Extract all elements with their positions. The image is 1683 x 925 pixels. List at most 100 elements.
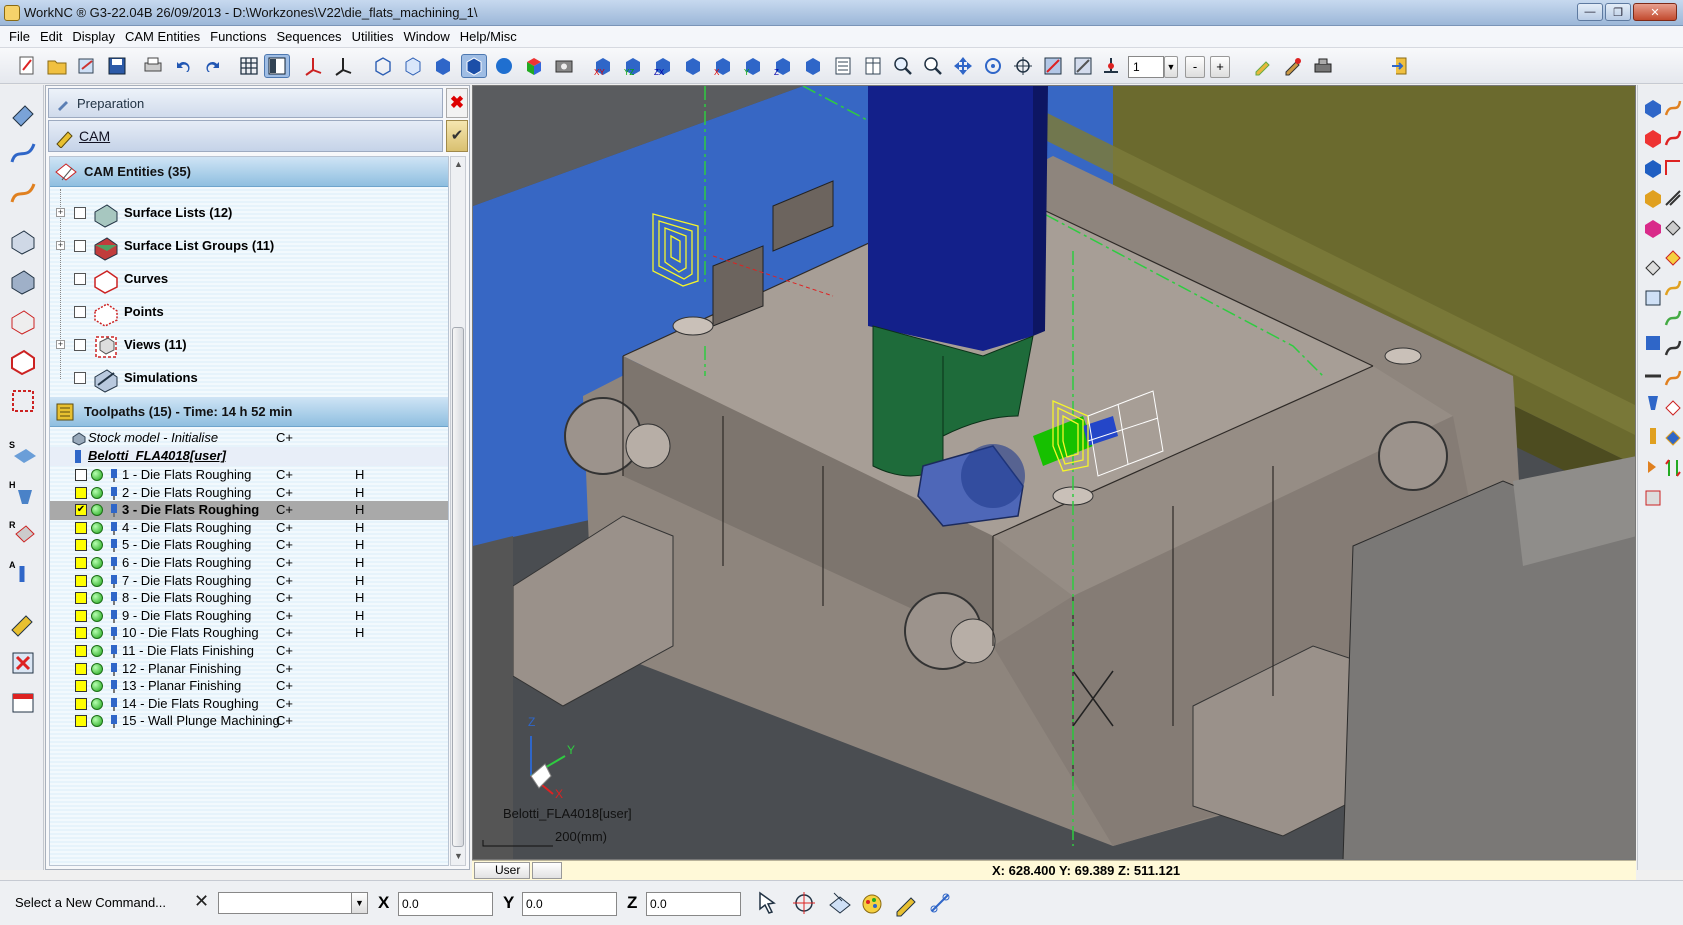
toolpaths-header[interactable]: Toolpaths (15) - Time: 14 h 52 min	[50, 397, 448, 427]
right-tool-23-icon[interactable]	[1662, 427, 1683, 449]
right-tool-4-icon[interactable]	[1662, 127, 1683, 149]
sphere-view-icon[interactable]	[491, 54, 517, 78]
tree-scrollbar[interactable]: ▲ ▼	[450, 156, 466, 866]
axis-tool-icon[interactable]: A	[7, 557, 39, 589]
entity-surface-lists[interactable]: + Surface Lists (12)	[50, 197, 448, 230]
toolpath-row[interactable]: 1 - Die Flats Roughing C+ H	[50, 466, 448, 485]
right-tool-7-icon[interactable]	[1642, 187, 1664, 209]
entity-simulations[interactable]: Simulations	[50, 362, 448, 395]
postprocess-icon[interactable]	[1310, 54, 1336, 78]
cam-mode-row[interactable]: CAM	[48, 120, 443, 152]
expand-toggle[interactable]: +	[56, 241, 65, 250]
toolpath-row[interactable]: 5 - Die Flats Roughing C+ H	[50, 536, 448, 555]
reference-tool-icon[interactable]: R	[7, 517, 39, 549]
center-icon[interactable]	[1010, 54, 1036, 78]
expand-toggle[interactable]: +	[56, 340, 65, 349]
menu-cam-entities[interactable]: CAM Entities	[124, 29, 201, 44]
scroll-down-icon[interactable]: ▼	[453, 851, 464, 863]
toolpath-calc-icon[interactable]	[1280, 54, 1306, 78]
toolpath-row[interactable]: 13 - Planar Finishing C+	[50, 677, 448, 696]
right-tool-19-icon[interactable]	[1662, 367, 1683, 389]
toolpath-row[interactable]: 14 - Die Flats Roughing C+	[50, 695, 448, 714]
menu-functions[interactable]: Functions	[209, 29, 267, 44]
toolpath-checkbox[interactable]	[75, 592, 87, 605]
axis-transform-icon[interactable]	[330, 54, 356, 78]
calendar-icon[interactable]	[7, 687, 39, 719]
entity-checkbox[interactable]	[74, 240, 86, 252]
toolpath-row[interactable]: 9 - Die Flats Roughing C+ H	[50, 607, 448, 626]
right-tool-11-icon[interactable]	[1642, 257, 1664, 279]
preparation-header[interactable]: Preparation	[48, 88, 443, 118]
entity-checkbox[interactable]	[74, 339, 86, 351]
eraser-icon[interactable]	[7, 97, 39, 129]
entity-checkbox[interactable]	[74, 207, 86, 219]
command-combo[interactable]: ▼	[218, 892, 368, 914]
view-x-minus-icon[interactable]: X	[710, 54, 736, 78]
toolpath-row[interactable]: 10 - Die Flats Roughing C+ H	[50, 624, 448, 643]
y-coordinate-input[interactable]: 0.0	[522, 892, 617, 916]
open-folder-icon[interactable]	[44, 54, 70, 78]
right-tool-18-icon[interactable]	[1642, 362, 1664, 384]
increment-button[interactable]: +	[1210, 56, 1230, 78]
right-tool-12-icon[interactable]	[1662, 247, 1683, 269]
panel-close-button[interactable]: ✖	[446, 88, 468, 118]
delete-toolpath-icon[interactable]	[7, 647, 39, 679]
view-number-input[interactable]: 1	[1128, 56, 1164, 78]
menu-edit[interactable]: Edit	[39, 29, 63, 44]
right-tool-24-icon[interactable]	[1642, 455, 1664, 477]
menu-utilities[interactable]: Utilities	[351, 29, 395, 44]
scroll-up-icon[interactable]: ▲	[453, 159, 464, 171]
curve-tool-icon[interactable]	[7, 137, 39, 169]
right-tool-16-icon[interactable]	[1642, 332, 1664, 354]
scroll-thumb[interactable]	[452, 327, 464, 847]
list-view-icon[interactable]	[830, 54, 856, 78]
bounding-box-icon[interactable]	[7, 385, 39, 417]
right-tool-15-icon[interactable]	[1662, 307, 1683, 329]
menu-help[interactable]: Help/Misc	[459, 29, 518, 44]
grid-icon[interactable]	[236, 54, 262, 78]
right-tool-13-icon[interactable]	[1642, 287, 1664, 309]
entity-checkbox[interactable]	[74, 306, 86, 318]
toolpath-row[interactable]: 7 - Die Flats Roughing C+ H	[50, 572, 448, 591]
right-tool-2-icon[interactable]	[1662, 97, 1683, 119]
view-zx-icon[interactable]: ZX	[650, 54, 676, 78]
toolpath-row[interactable]: 6 - Die Flats Roughing C+ H	[50, 554, 448, 573]
panel-toggle-icon[interactable]	[264, 54, 290, 78]
close-window-button[interactable]: ✕	[1633, 3, 1677, 21]
color-cube-icon[interactable]	[521, 54, 547, 78]
toolpath-checkbox[interactable]	[75, 557, 87, 569]
view-xy-icon[interactable]: XY	[590, 54, 616, 78]
pick-measure-icon[interactable]	[926, 889, 954, 917]
menu-sequences[interactable]: Sequences	[276, 29, 343, 44]
toolpath-checkbox[interactable]	[75, 469, 87, 481]
entity-checkbox[interactable]	[74, 273, 86, 285]
print-icon[interactable]	[140, 54, 166, 78]
shaded-edges-view-icon[interactable]	[461, 54, 487, 78]
combo-dropdown-icon[interactable]: ▼	[351, 893, 367, 913]
entity-views[interactable]: + Views (11)	[50, 329, 448, 362]
toolpath-checkbox[interactable]	[75, 680, 87, 693]
toolpath-row[interactable]: 2 - Die Flats Roughing C+ H	[50, 484, 448, 503]
view-number-dropdown-icon[interactable]: ▼	[1164, 56, 1178, 78]
right-tool-22-icon[interactable]	[1642, 425, 1664, 447]
pan-icon[interactable]	[950, 54, 976, 78]
toolpath-checkbox[interactable]	[75, 521, 87, 534]
shaded-view-icon[interactable]	[430, 54, 456, 78]
table-view-icon[interactable]	[860, 54, 886, 78]
menu-window[interactable]: Window	[402, 29, 450, 44]
right-tool-17-icon[interactable]	[1662, 337, 1683, 359]
right-tool-26-icon[interactable]	[1642, 487, 1664, 509]
view-z-minus-icon[interactable]: Z	[770, 54, 796, 78]
toolpath-checkbox[interactable]	[75, 574, 87, 587]
exit-icon[interactable]	[1388, 54, 1414, 78]
open-zone-icon[interactable]	[74, 54, 100, 78]
x-coordinate-input[interactable]: 0.0	[398, 892, 493, 916]
toolpath-checkbox[interactable]	[75, 662, 87, 675]
toolpath-edit-icon[interactable]	[1250, 54, 1276, 78]
right-tool-20-icon[interactable]	[1642, 392, 1664, 414]
entity-curves[interactable]: Curves	[50, 263, 448, 296]
right-tool-21-icon[interactable]	[1662, 397, 1683, 419]
3d-viewport[interactable]: Z Y X Belotti_FLA4018[user] 200(mm)	[472, 85, 1636, 860]
rotate-icon[interactable]	[980, 54, 1006, 78]
cancel-command-icon[interactable]: ✕	[194, 891, 209, 912]
